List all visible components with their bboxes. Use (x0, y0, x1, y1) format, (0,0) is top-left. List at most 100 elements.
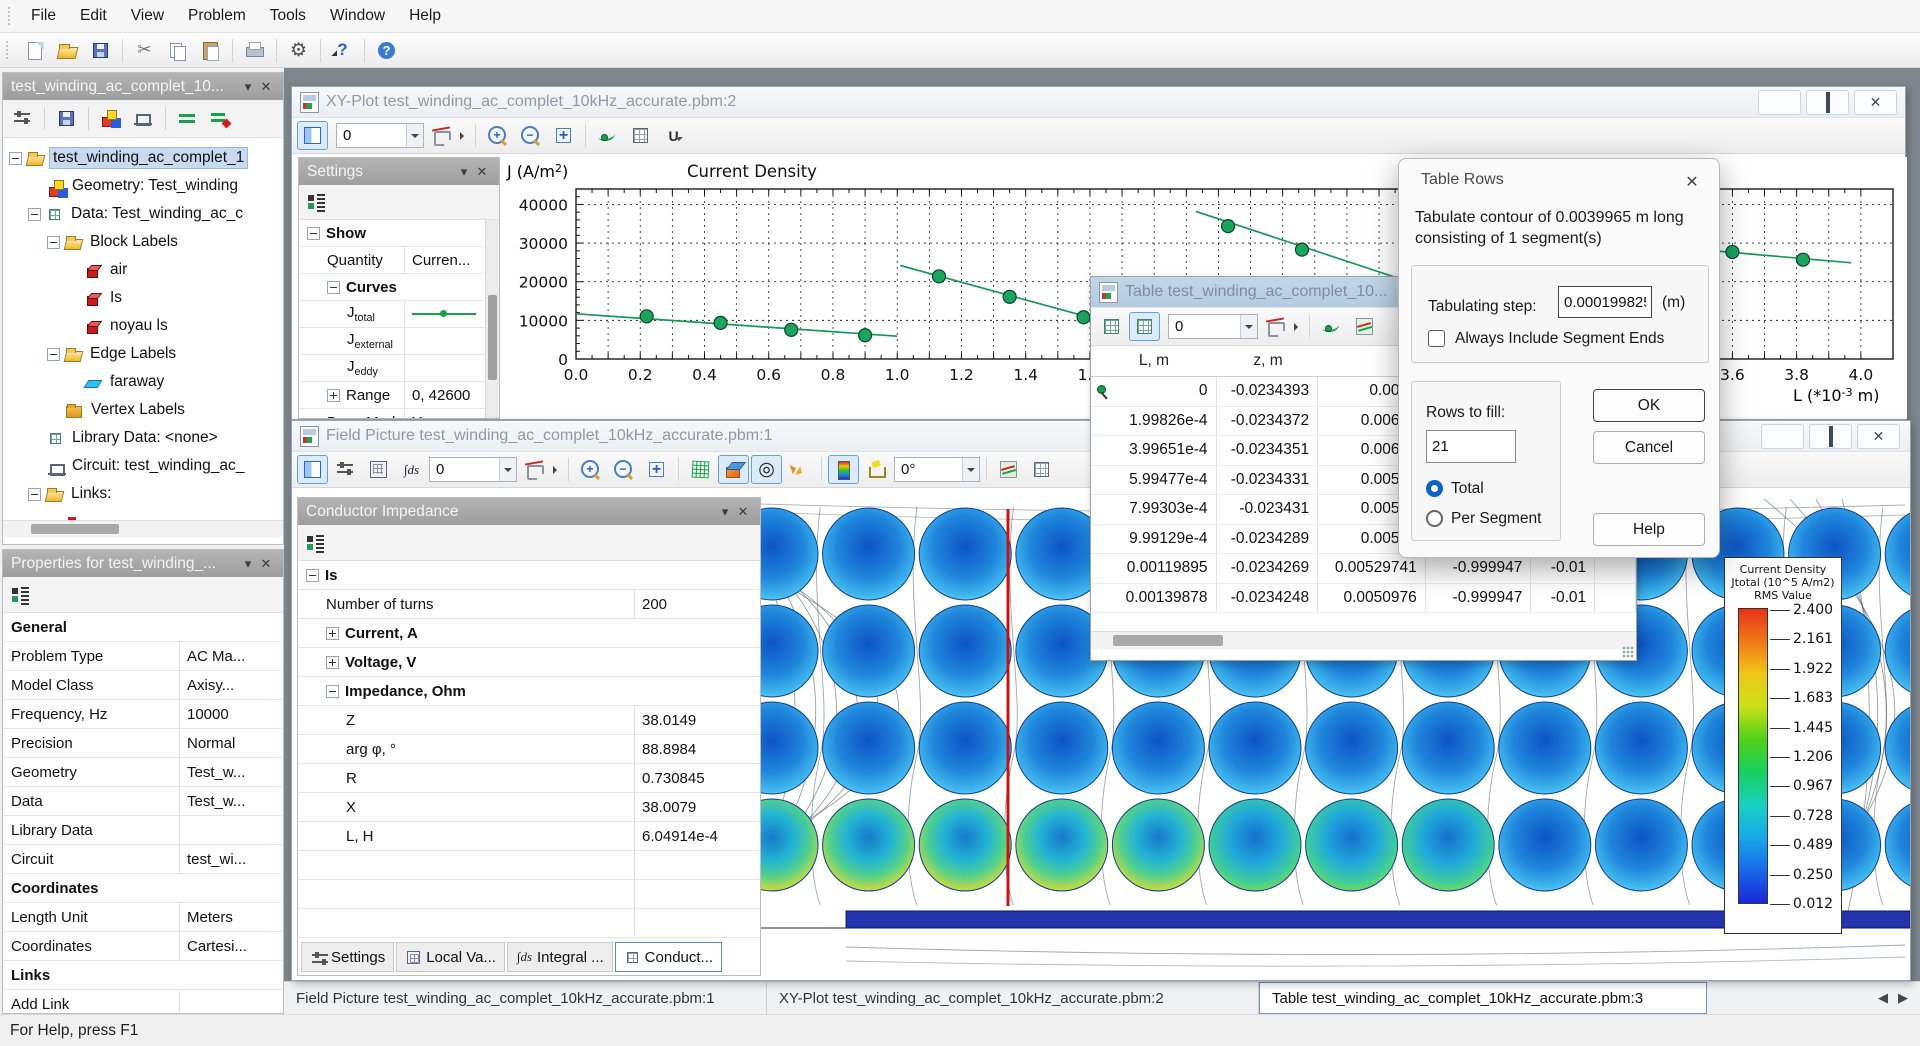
new-document-icon[interactable] (19, 36, 50, 65)
properties-panel-titlebar[interactable]: Properties for test_winding_... ▾ ✕ (3, 550, 283, 577)
tree-item-air[interactable]: air (3, 256, 283, 284)
property-row[interactable]: Circuittest_wi... (3, 845, 283, 874)
property-row[interactable]: PrecisionNormal (3, 729, 283, 758)
close-icon[interactable]: ✕ (473, 163, 491, 181)
tabulating-step-input[interactable] (1558, 286, 1652, 318)
property-row[interactable]: Coordinates (3, 874, 283, 903)
tree-item-circuit-test-winding-ac[interactable]: Circuit: test_winding_ac_ (3, 452, 283, 480)
expand-box-icon[interactable] (327, 389, 340, 402)
tab-field-picture[interactable]: Field Picture test_winding_ac_complet_10… (284, 982, 767, 1014)
result-tab-localva[interactable]: Local Va... (396, 942, 505, 972)
mesh-icon[interactable] (685, 455, 716, 484)
total-radio[interactable] (1426, 480, 1443, 497)
expand-box-icon[interactable] (47, 348, 60, 361)
menu-edit[interactable]: Edit (68, 1, 119, 31)
result-tab-integral[interactable]: Integral ... (507, 942, 613, 972)
contour-menu-arrow[interactable] (459, 132, 469, 140)
property-row[interactable]: General (3, 613, 283, 642)
impedance-row[interactable]: Z38.0149 (298, 706, 760, 735)
zoom-in-icon[interactable] (482, 121, 513, 150)
setting-row[interactable]: QuantityCurren... (299, 247, 485, 274)
zoom-in-icon[interactable] (575, 455, 606, 484)
tree-item-links[interactable]: Links: (3, 480, 283, 508)
settings-scrollbar[interactable] (485, 220, 499, 418)
xyplot-titlebar[interactable]: XY-Plot test_winding_ac_complet_10kHz_ac… (292, 87, 1905, 118)
tree-item-vertex-labels[interactable]: Vertex Labels (3, 396, 283, 424)
impedance-row[interactable]: Current, A (298, 619, 760, 648)
close-button[interactable] (1854, 90, 1897, 115)
cancel-button[interactable]: Cancel (1593, 431, 1705, 464)
impedance-row[interactable]: L, H6.04914e-4 (298, 822, 760, 851)
expand-box-icon[interactable] (306, 569, 319, 582)
impedance-panel-titlebar[interactable]: Conductor Impedance ▾ ✕ (298, 498, 760, 525)
phase-angle-selector[interactable]: 0° (894, 457, 980, 482)
property-row[interactable]: Add Link (3, 990, 283, 1013)
contour-selector[interactable]: 0 (336, 123, 424, 148)
chevron-down-icon[interactable]: ▾ (455, 163, 473, 181)
paste-icon[interactable] (195, 36, 226, 65)
copy-icon[interactable] (162, 36, 193, 65)
vectors-icon[interactable] (784, 455, 815, 484)
close-icon[interactable]: ✕ (257, 78, 275, 96)
chevron-down-icon[interactable] (499, 458, 516, 481)
coil-direction-icon[interactable] (658, 121, 689, 150)
xy-plot-icon[interactable] (993, 455, 1024, 484)
setting-row[interactable]: Curves (299, 274, 485, 301)
impedance-row[interactable]: Voltage, V (298, 648, 760, 677)
close-icon[interactable]: ✕ (257, 555, 275, 573)
expand-box-icon[interactable] (47, 236, 60, 249)
tab-scroll-right-icon[interactable]: ▶ (1898, 990, 1908, 1006)
impedance-row[interactable]: arg φ, °88.8984 (298, 735, 760, 764)
table-columns-icon[interactable] (1096, 312, 1127, 341)
close-icon[interactable]: ✕ (1679, 169, 1705, 195)
property-row[interactable]: Model ClassAxisy... (3, 671, 283, 700)
tree-item-block-labels[interactable]: Block Labels (3, 228, 283, 256)
contour-menu-icon[interactable] (519, 455, 550, 484)
expand-box-icon[interactable] (28, 488, 41, 501)
menu-tools[interactable]: Tools (258, 1, 318, 31)
expand-box-icon[interactable] (28, 208, 41, 221)
chevron-down-icon[interactable] (962, 458, 979, 481)
expand-box-icon[interactable] (9, 152, 22, 165)
property-row[interactable]: Problem TypeAC Ma... (3, 642, 283, 671)
zoom-out-icon[interactable] (515, 121, 546, 150)
solve-icon[interactable] (172, 104, 203, 133)
settings-panel-titlebar[interactable]: Settings ▾ ✕ (299, 158, 499, 185)
contour-menu-arrow[interactable] (1293, 323, 1303, 331)
ok-button[interactable]: OK (1593, 389, 1705, 422)
print-icon[interactable] (239, 36, 270, 65)
tree-item-is[interactable]: Is (3, 284, 283, 312)
panel-toggle-icon[interactable] (297, 121, 328, 150)
xy-plot-icon[interactable] (1349, 312, 1380, 341)
menu-help[interactable]: Help (397, 1, 453, 31)
setting-row[interactable]: Draw MarkYes (299, 409, 485, 418)
menu-view[interactable]: View (119, 1, 176, 31)
property-row[interactable]: Length UnitMeters (3, 903, 283, 932)
contour-selector[interactable]: 0 (429, 457, 517, 482)
open-folder-icon[interactable] (52, 36, 83, 65)
property-row[interactable]: Frequency, Hz10000 (3, 700, 283, 729)
property-row[interactable]: Library Data (3, 816, 283, 845)
cut-icon[interactable] (129, 36, 160, 65)
scrollbar-thumb[interactable] (1113, 635, 1223, 646)
zoom-extents-icon[interactable] (641, 455, 672, 484)
region-fill-icon[interactable] (861, 455, 892, 484)
column-header-z[interactable]: z, m (1217, 346, 1319, 376)
view-settings-icon[interactable] (330, 455, 361, 484)
segment-ends-checkbox[interactable] (1428, 330, 1445, 347)
context-help-icon[interactable] (327, 36, 358, 65)
tree-horizontal-scrollbar[interactable] (3, 520, 283, 537)
impedance-row[interactable]: Is (298, 561, 760, 590)
circuit-icon[interactable] (128, 104, 159, 133)
maximize-button[interactable] (1809, 424, 1852, 449)
property-row[interactable]: Links (3, 961, 283, 990)
impedance-row[interactable]: Impedance, Ohm (298, 677, 760, 706)
contour-menu-arrow[interactable] (552, 466, 562, 474)
setting-row[interactable]: Jeddy (299, 355, 485, 382)
calculator-icon[interactable] (363, 455, 394, 484)
tree-item-noyau-ls[interactable]: noyau ls (3, 312, 283, 340)
table-row[interactable]: 0.00139878-0.02342480.0050976-0.999947-0… (1091, 584, 1636, 614)
resize-grip[interactable] (1622, 646, 1634, 658)
setting-row[interactable]: Show (299, 220, 485, 247)
per-segment-radio[interactable] (1426, 510, 1443, 527)
